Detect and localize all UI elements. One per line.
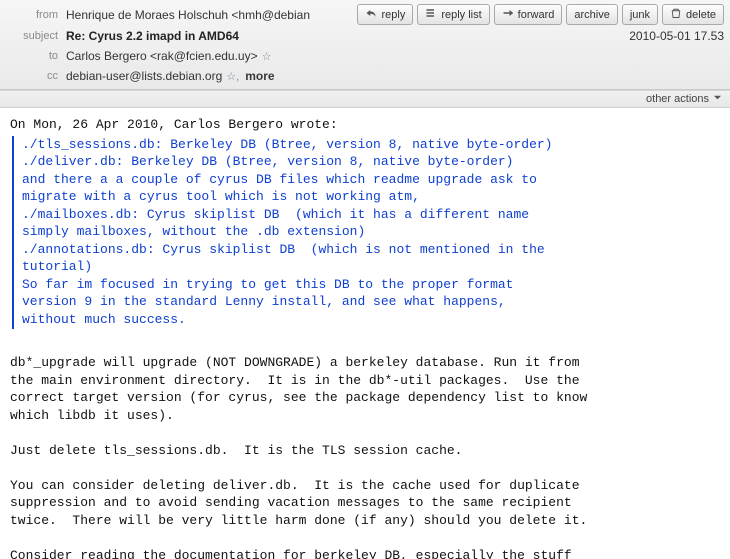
subject-row: subject Re: Cyrus 2.2 imapd in AMD64 201…	[6, 27, 724, 45]
message-body-wrap: On Mon, 26 Apr 2010, Carlos Bergero wrot…	[0, 107, 730, 559]
star-icon[interactable]: ☆,	[226, 70, 239, 83]
mail-message-window: from Henrique de Moraes Holschuh <hmh@de…	[0, 0, 730, 559]
cc-label: cc	[6, 70, 58, 82]
message-body[interactable]: On Mon, 26 Apr 2010, Carlos Bergero wrot…	[0, 108, 730, 559]
delete-button[interactable]: delete	[662, 4, 724, 25]
reply-icon	[365, 7, 377, 22]
forward-button[interactable]: forward	[494, 4, 563, 25]
paragraph: Just delete tls_sessions.db. It is the T…	[10, 443, 462, 458]
to-label: to	[6, 50, 58, 62]
list-icon	[425, 7, 437, 22]
subject-value: Re: Cyrus 2.2 imapd in AMD64	[66, 29, 239, 43]
message-date: 2010-05-01 17.53	[629, 29, 724, 43]
chevron-down-icon	[713, 93, 722, 105]
message-toolbar: reply reply list forward archive junk	[357, 4, 724, 25]
quoted-block: ./tls_sessions.db: Berkeley DB (Btree, v…	[12, 136, 720, 329]
reply-list-button[interactable]: reply list	[417, 4, 489, 25]
forward-icon	[502, 7, 514, 22]
reply-label: reply	[381, 9, 405, 21]
message-header: from Henrique de Moraes Holschuh <hmh@de…	[0, 0, 730, 90]
from-value: Henrique de Moraes Holschuh <hmh@debian	[66, 8, 310, 22]
more-toggle[interactable]: more	[245, 69, 274, 83]
forward-label: forward	[518, 9, 555, 21]
to-row: to Carlos Bergero <rak@fcien.edu.uy> ☆	[6, 47, 724, 65]
paragraph: You can consider deleting deliver.db. It…	[10, 478, 587, 528]
delete-label: delete	[686, 9, 716, 21]
actions-bar: other actions	[0, 90, 730, 107]
junk-button[interactable]: junk	[622, 4, 658, 25]
quote-intro: On Mon, 26 Apr 2010, Carlos Bergero wrot…	[10, 117, 338, 132]
archive-button[interactable]: archive	[566, 4, 617, 25]
from-row: from Henrique de Moraes Holschuh <hmh@de…	[6, 4, 724, 25]
reply-button[interactable]: reply	[357, 4, 413, 25]
junk-label: junk	[630, 9, 650, 21]
star-icon[interactable]: ☆	[262, 50, 272, 63]
other-actions-label: other actions	[646, 93, 709, 105]
cc-value: debian-user@lists.debian.org	[66, 69, 222, 83]
reply-list-label: reply list	[441, 9, 481, 21]
subject-label: subject	[6, 30, 58, 42]
paragraph: Consider reading the documentation for b…	[10, 548, 580, 559]
to-value: Carlos Bergero <rak@fcien.edu.uy>	[66, 49, 258, 63]
archive-label: archive	[574, 9, 609, 21]
other-actions-menu[interactable]: other actions	[646, 93, 722, 105]
paragraph: db*_upgrade will upgrade (NOT DOWNGRADE)…	[10, 355, 587, 423]
from-label: from	[6, 9, 58, 21]
trash-icon	[670, 7, 682, 22]
cc-row: cc debian-user@lists.debian.org ☆, more	[6, 67, 724, 85]
